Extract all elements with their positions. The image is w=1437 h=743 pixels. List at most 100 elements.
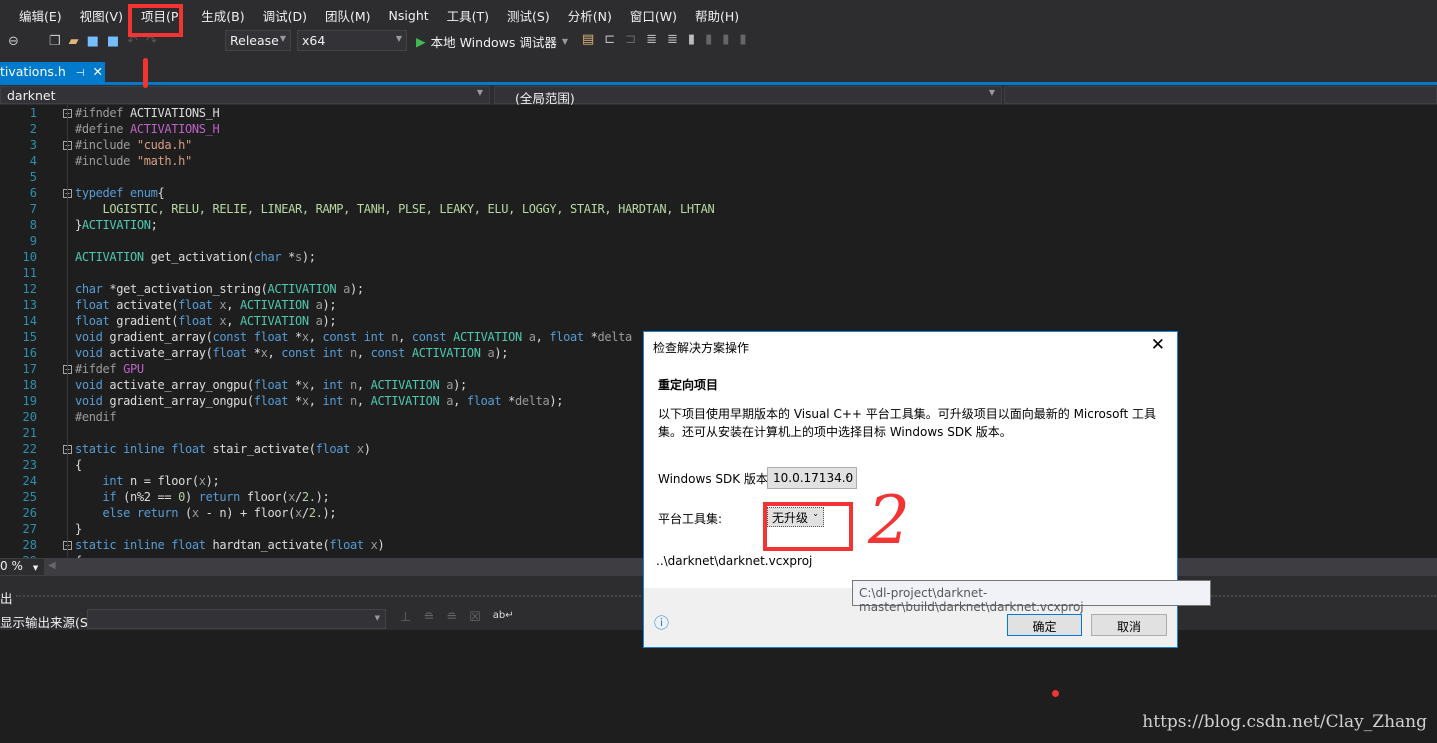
- member-dropdown[interactable]: [1004, 86, 1437, 104]
- code-token: float: [315, 442, 351, 456]
- menu-item[interactable]: 视图(V): [80, 6, 123, 25]
- menu-item[interactable]: 工具(T): [447, 6, 489, 25]
- code-line[interactable]: float activate(float x, ACTIVATION a);: [75, 298, 337, 312]
- clear-bookmark-icon[interactable]: ▮: [739, 32, 746, 47]
- sdk-version-dropdown[interactable]: 10.0.17134.0 ⌄: [767, 467, 857, 489]
- step-over-icon[interactable]: ⊐: [625, 32, 636, 47]
- start-debug-button[interactable]: ▶ 本地 Windows 调试器 ▼: [416, 32, 568, 51]
- code-token: const float: [212, 330, 289, 344]
- code-token: n: [350, 378, 357, 392]
- code-token: *get_activation_string(: [102, 282, 268, 296]
- next-bookmark-icon[interactable]: ▮: [722, 32, 729, 47]
- scroll-left-icon[interactable]: ◀: [48, 560, 56, 571]
- prev-message-icon[interactable]: ≘: [423, 610, 434, 625]
- code-line[interactable]: #define ACTIVATIONS_H: [75, 122, 220, 136]
- code-line[interactable]: void activate_array(float *x, const int …: [75, 346, 508, 360]
- zoom-dropdown[interactable]: 0 % ▼: [0, 559, 44, 575]
- project-dropdown[interactable]: darknet ▼: [0, 86, 490, 104]
- step-icon[interactable]: ⊏: [604, 32, 615, 47]
- clear-all-icon[interactable]: ☒: [469, 610, 481, 625]
- sdk-label: Windows SDK 版本:: [658, 472, 772, 486]
- uncomment-icon[interactable]: ≣: [667, 32, 678, 47]
- close-icon[interactable]: ✕: [1151, 335, 1165, 355]
- tab-activations-h[interactable]: tivations.h ⊣ ✕: [0, 62, 105, 82]
- code-token: #ifdef: [75, 362, 124, 376]
- code-line[interactable]: void activate_array_ongpu(float *x, int …: [75, 378, 467, 392]
- code-token: n: [350, 394, 357, 408]
- menu-item[interactable]: 生成(B): [201, 6, 244, 25]
- scope-dropdown[interactable]: (全局范围) ▼: [494, 86, 1002, 106]
- code-line[interactable]: #include "cuda.h": [75, 138, 192, 152]
- code-token: "math.h": [136, 154, 192, 168]
- new-project-icon[interactable]: ❐: [49, 34, 61, 49]
- forward-icon[interactable]: ⊖: [8, 34, 19, 49]
- code-token: delta: [515, 394, 550, 408]
- sdk-value: 10.0.17134.0: [773, 471, 854, 485]
- code-line[interactable]: #ifdef GPU: [75, 362, 144, 376]
- annotation-step2: 2: [868, 482, 910, 559]
- code-token: #define: [75, 122, 130, 136]
- code-token: x: [198, 474, 206, 488]
- code-line[interactable]: #include "math.h": [75, 154, 192, 168]
- code-line[interactable]: float gradient(float x, ACTIVATION a);: [75, 314, 337, 328]
- chevron-down-icon: ⌄: [844, 471, 851, 480]
- code-token: (: [178, 506, 192, 520]
- code-token: ,: [308, 394, 323, 408]
- code-token: float: [549, 330, 584, 344]
- code-line[interactable]: typedef enum{: [75, 186, 165, 200]
- platform-dropdown[interactable]: x64 ▼: [297, 30, 407, 51]
- goto-line-icon[interactable]: ⊥: [400, 610, 411, 625]
- ok-button[interactable]: 确定: [1007, 614, 1082, 636]
- menu-item[interactable]: 团队(M): [325, 6, 371, 25]
- output-source-dropdown[interactable]: ▼: [87, 609, 386, 629]
- menu-item[interactable]: 帮助(H): [695, 6, 739, 25]
- code-line[interactable]: static inline float hardtan_activate(flo…: [75, 538, 385, 552]
- code-token: x: [301, 394, 309, 408]
- code-token: int: [102, 474, 124, 488]
- toolbar-right: ▤ ⊏ ⊐ ≣ ≣ ▮ ▮ ▮ ▮: [582, 32, 747, 47]
- code-token: #include: [75, 138, 137, 152]
- pin-icon[interactable]: ⊣: [76, 68, 85, 79]
- find-icon[interactable]: ▤: [582, 32, 594, 47]
- save-all-icon[interactable]: ■: [107, 34, 119, 49]
- menu-item[interactable]: 窗口(W): [630, 6, 677, 25]
- bookmark-icon[interactable]: ▮: [688, 32, 695, 47]
- code-line[interactable]: static inline float stair_activate(float…: [75, 442, 371, 456]
- save-icon[interactable]: ■: [87, 34, 99, 49]
- code-line[interactable]: void gradient_array_ongpu(float *x, int …: [75, 394, 563, 408]
- code-line[interactable]: else return (x - n) + floor(x/2.);: [75, 506, 337, 520]
- menu-item[interactable]: 测试(S): [507, 6, 550, 25]
- code-line[interactable]: #ifndef ACTIVATIONS_H: [75, 106, 220, 120]
- code-line[interactable]: int n = floor(x);: [75, 474, 220, 488]
- comment-icon[interactable]: ≣: [646, 32, 657, 47]
- code-line[interactable]: LOGISTIC, RELU, RELIE, LINEAR, RAMP, TAN…: [75, 202, 714, 216]
- next-message-icon[interactable]: ≘: [446, 610, 457, 625]
- code-line[interactable]: {: [75, 458, 82, 472]
- open-icon[interactable]: ▰: [69, 34, 79, 49]
- code-line[interactable]: }: [75, 522, 82, 536]
- close-icon[interactable]: ✕: [93, 64, 103, 79]
- word-wrap-icon[interactable]: ab↵: [493, 610, 514, 625]
- chevron-down-icon: ▼: [476, 88, 483, 97]
- config-dropdown[interactable]: Release ▼: [225, 30, 291, 51]
- info-icon[interactable]: ⓘ: [654, 612, 669, 633]
- line-number: 5: [29, 170, 37, 184]
- code-line[interactable]: }ACTIVATION;: [75, 218, 158, 232]
- code-line[interactable]: #endif: [75, 410, 117, 424]
- menu-item[interactable]: 编辑(E): [19, 6, 62, 25]
- menu-item[interactable]: 调试(D): [263, 6, 307, 25]
- code-line[interactable]: char *get_activation_string(ACTIVATION a…: [75, 282, 364, 296]
- prev-bookmark-icon[interactable]: ▮: [705, 32, 712, 47]
- code-token: }: [75, 218, 82, 232]
- code-line[interactable]: void gradient_array(const float *x, cons…: [75, 330, 632, 344]
- code-line[interactable]: if (n%2 == 0) return floor(x/2.);: [75, 490, 330, 504]
- menu-item[interactable]: 分析(N): [568, 6, 612, 25]
- code-token: 2.: [301, 490, 316, 504]
- code-line[interactable]: ACTIVATION get_activation(char *s);: [75, 250, 316, 264]
- menu-item[interactable]: Nsight: [389, 8, 429, 23]
- cancel-button[interactable]: 取消: [1091, 614, 1167, 636]
